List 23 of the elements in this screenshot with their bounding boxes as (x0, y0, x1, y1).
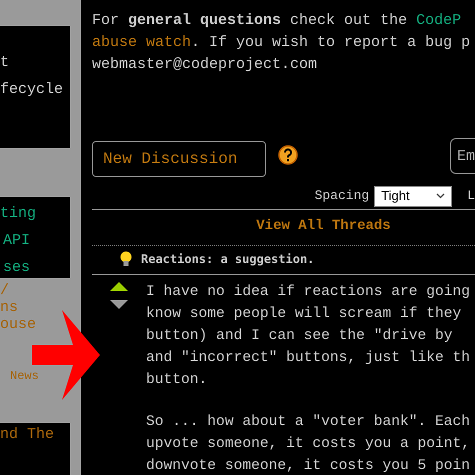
lightbulb-icon (120, 251, 132, 267)
sidebar-link[interactable]: ting (0, 205, 36, 222)
layout-label: L (467, 187, 475, 206)
new-discussion-button[interactable]: New Discussion (92, 141, 266, 177)
spacing-label: Spacing (314, 187, 370, 206)
sidebar-text: t (0, 54, 10, 71)
chevron-down-icon (436, 193, 446, 199)
search-field[interactable]: Em (450, 138, 475, 174)
message-paragraph: I have no idea if reactions are going know some people will scream if they button) and I can see the "drive by and "incorrect" buttons, just like th button. (146, 283, 470, 390)
help-icon[interactable] (278, 145, 298, 165)
spacing-dropdown[interactable]: Tight (374, 186, 452, 206)
forum-link[interactable]: CodeP (416, 12, 462, 29)
sidebar-link[interactable]: API (2, 232, 30, 249)
sidebar-heading[interactable]: nd The (0, 426, 54, 443)
downvote-icon[interactable] (110, 300, 128, 309)
thread-title[interactable]: Reactions: a suggestion. (141, 250, 314, 268)
upvote-icon[interactable] (110, 282, 128, 291)
view-all-threads-link[interactable]: View All Threads (256, 216, 391, 237)
message-paragraph: So ... how about a "voter bank". Each upvote someone, it costs you a point, downvote someone, it costs you 5 poin (146, 413, 470, 475)
abuse-link[interactable]: abuse watch (92, 34, 192, 51)
sidebar-text: fecycle (0, 81, 64, 98)
sidebar-link[interactable]: ses (2, 259, 30, 276)
intro-paragraph: For general questions check out the CodeP abuse watch. If you wish to report a bug p webmaster@codeproject.com (92, 11, 472, 75)
